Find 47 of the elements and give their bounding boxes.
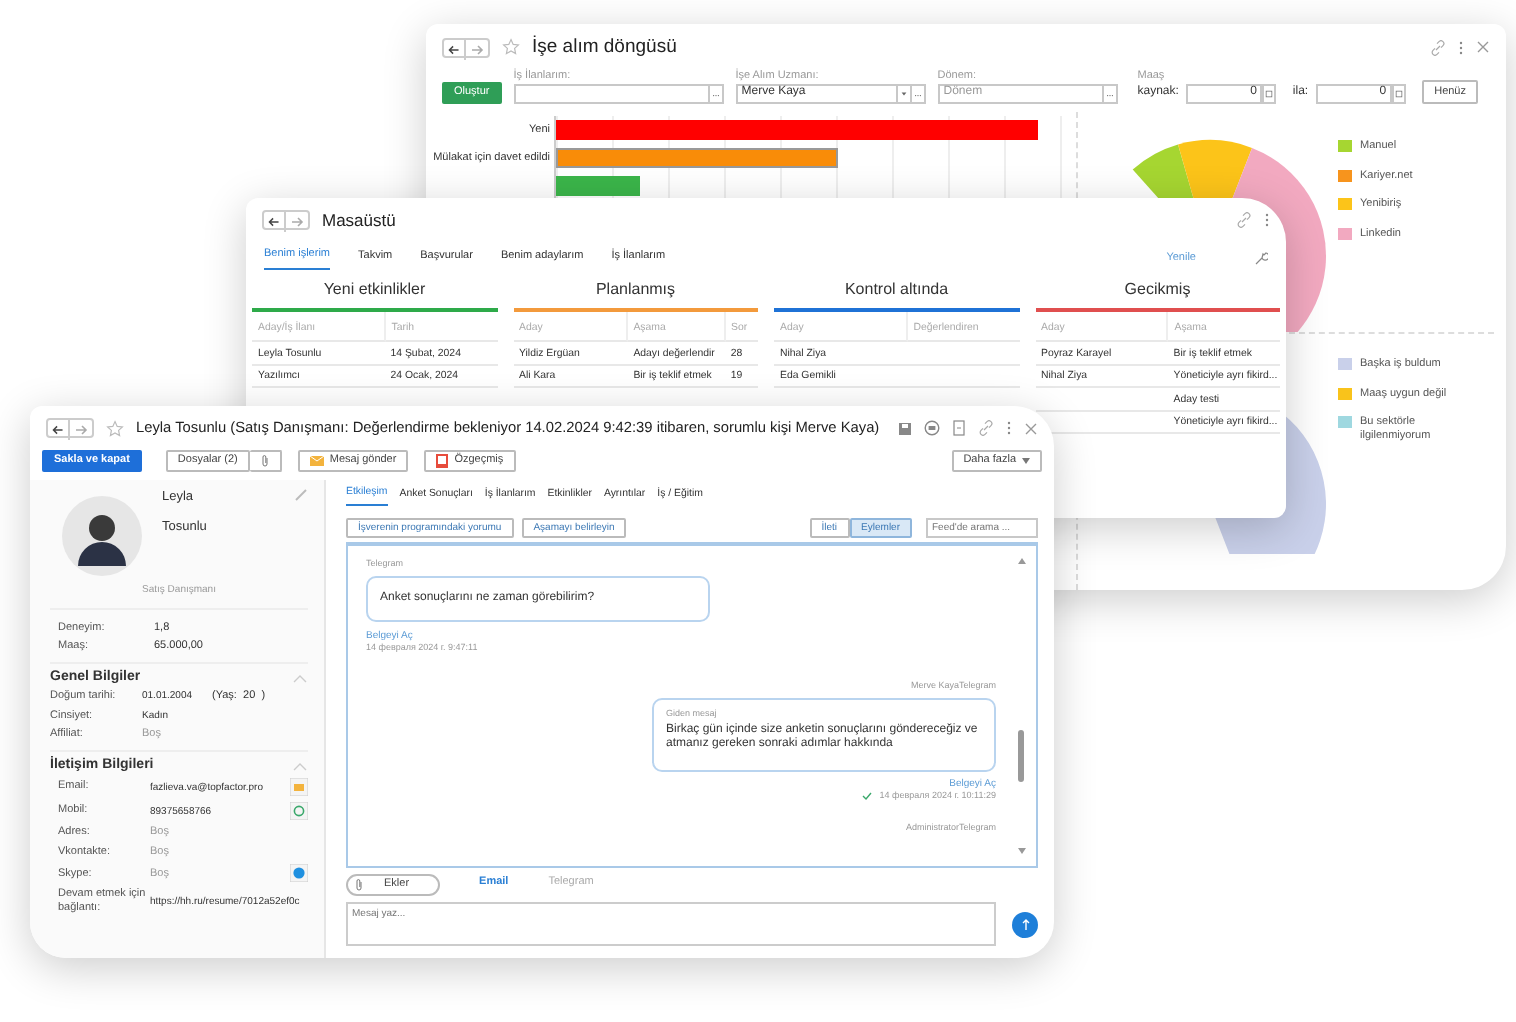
calendar-icon[interactable] <box>1262 83 1277 104</box>
close-icon[interactable] <box>1024 421 1038 435</box>
board-title: Kontrol altında <box>842 277 951 302</box>
ellipsis-icon[interactable] <box>1103 83 1118 104</box>
ellipsis-icon[interactable] <box>911 83 926 104</box>
board-title: Gecikmiş <box>1122 277 1193 302</box>
board-title: Planlanmış <box>593 277 678 302</box>
scroll-thumb[interactable] <box>1018 730 1024 783</box>
scroll-down-icon[interactable] <box>1017 848 1025 854</box>
more-icon[interactable] <box>1264 212 1270 229</box>
send-button[interactable] <box>1012 911 1038 937</box>
back-icon[interactable] <box>444 39 466 60</box>
scroll-up-icon[interactable] <box>1017 558 1025 565</box>
calendar-icon[interactable] <box>1392 83 1407 104</box>
envelope-button[interactable] <box>290 778 308 797</box>
wrench-icon[interactable] <box>1252 249 1268 266</box>
star-icon[interactable] <box>502 38 520 57</box>
close-icon[interactable] <box>1476 40 1490 55</box>
dropdown-caret-icon[interactable] <box>897 83 912 104</box>
save-icon[interactable] <box>898 421 912 435</box>
link-icon[interactable] <box>978 420 994 436</box>
envelope-icon <box>309 456 324 466</box>
back-icon[interactable] <box>48 420 70 440</box>
document-icon[interactable] <box>952 420 966 436</box>
chart-bar <box>556 175 640 196</box>
link-icon[interactable] <box>1430 39 1446 56</box>
skype-button[interactable] <box>290 864 308 883</box>
filter-field[interactable] <box>513 83 710 104</box>
phone-button[interactable] <box>290 802 308 821</box>
board-title: Yeni etkinlikler <box>321 277 428 302</box>
window-title: Masaüstü <box>322 210 398 231</box>
arrow-up-icon <box>1021 918 1029 930</box>
attach-button[interactable] <box>249 450 282 472</box>
pencil-icon[interactable] <box>294 488 308 502</box>
document-icon <box>436 454 449 468</box>
paperclip-icon <box>259 454 270 468</box>
caret-icon <box>1022 458 1030 464</box>
avatar <box>62 496 142 576</box>
star-icon[interactable] <box>106 419 124 437</box>
window-title: İşe alım döngüsü <box>532 36 679 59</box>
chevron-icon[interactable] <box>292 762 308 773</box>
back-icon[interactable] <box>264 212 286 233</box>
chevron-icon[interactable] <box>292 673 308 684</box>
more-icon[interactable] <box>1006 420 1012 436</box>
link-icon[interactable] <box>1236 212 1252 229</box>
ellipsis-icon[interactable] <box>709 83 724 104</box>
paperclip-icon <box>354 878 364 892</box>
